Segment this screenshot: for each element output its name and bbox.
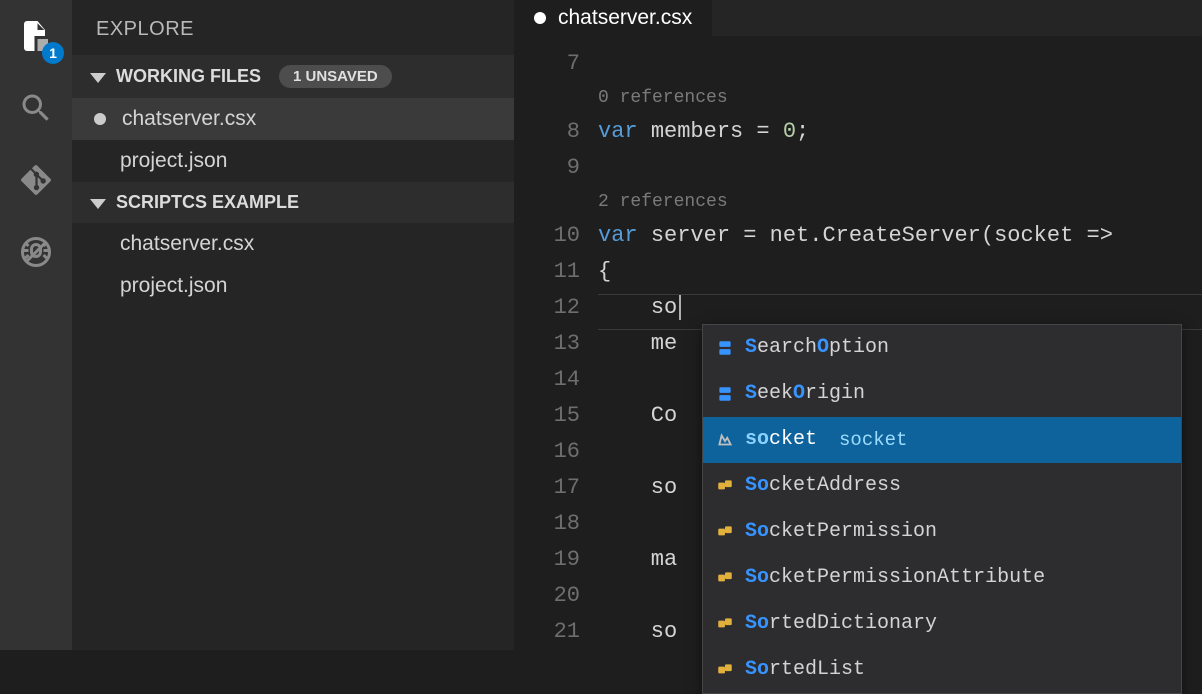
working-file-item[interactable]: project.json (72, 140, 514, 182)
suggest-widget[interactable]: SearchOption SeekOrigin socket socket Socket… (702, 324, 1182, 694)
enum-icon (715, 384, 735, 404)
class-icon (715, 660, 735, 680)
editor-body[interactable]: 7 8 9 10 11 12 13 14 15 16 17 18 19 20 2… (514, 36, 1202, 650)
chevron-down-icon (90, 73, 106, 83)
file-name: chatserver.csx (122, 107, 256, 131)
suggest-label: SeekOrigin (745, 376, 865, 412)
chevron-down-icon (90, 199, 106, 209)
modified-dot-icon (94, 113, 106, 125)
class-icon (715, 614, 735, 634)
class-icon (715, 522, 735, 542)
class-icon (715, 476, 735, 496)
var-icon (715, 430, 735, 450)
project-label: SCRIPTCS EXAMPLE (116, 192, 299, 213)
editor: chatserver.csx 7 8 9 10 11 12 13 14 15 1… (514, 0, 1202, 650)
code[interactable]: 0 references var members = 0; 2 referenc… (598, 36, 1202, 650)
project-file-item[interactable]: project.json (72, 265, 514, 307)
suggest-label: SocketPermission (745, 514, 937, 550)
suggest-item[interactable]: socket socket (703, 417, 1181, 463)
file-name: project.json (120, 274, 227, 298)
suggest-item[interactable]: SortedDictionary (703, 601, 1181, 647)
activity-bar: 1 (0, 0, 72, 650)
file-name: project.json (120, 149, 227, 173)
suggest-label: socket (745, 422, 817, 458)
sidebar: EXPLORE WORKING FILES 1 UNSAVED chatserv… (72, 0, 514, 650)
working-file-item[interactable]: chatserver.csx (72, 98, 514, 140)
working-files-label: WORKING FILES (116, 66, 261, 87)
modified-dot-icon (534, 12, 546, 24)
suggest-label: SortedList (745, 652, 865, 688)
tab-title: chatserver.csx (558, 6, 692, 30)
suggest-label: SocketPermissionAttribute (745, 560, 1045, 596)
gutter: 7 8 9 10 11 12 13 14 15 16 17 18 19 20 2… (514, 36, 598, 650)
explorer-badge: 1 (42, 42, 64, 64)
suggest-item[interactable]: SocketPermissionAttribute (703, 555, 1181, 601)
file-name: chatserver.csx (120, 232, 254, 256)
suggest-item[interactable]: SocketAddress (703, 463, 1181, 509)
suggest-item[interactable]: SearchOption (703, 325, 1181, 371)
suggest-item[interactable]: SeekOrigin (703, 371, 1181, 417)
debug-icon[interactable] (12, 228, 60, 276)
tab-bar: chatserver.csx (514, 0, 1202, 36)
working-files-header[interactable]: WORKING FILES 1 UNSAVED (72, 55, 514, 98)
suggest-item[interactable]: SocketPermission (703, 509, 1181, 555)
suggest-detail: socket (839, 422, 907, 458)
git-icon[interactable] (12, 156, 60, 204)
cursor (679, 294, 681, 320)
suggest-item[interactable]: SortedList (703, 647, 1181, 693)
suggest-label: SocketAddress (745, 468, 901, 504)
suggest-label: SearchOption (745, 330, 889, 366)
unsaved-badge: 1 UNSAVED (279, 65, 392, 88)
codelens[interactable]: 2 references (598, 186, 1202, 218)
class-icon (715, 568, 735, 588)
explorer-icon[interactable]: 1 (12, 12, 60, 60)
suggest-label: SortedDictionary (745, 606, 937, 642)
enum-icon (715, 338, 735, 358)
project-header[interactable]: SCRIPTCS EXAMPLE (72, 182, 514, 223)
project-file-item[interactable]: chatserver.csx (72, 223, 514, 265)
codelens[interactable]: 0 references (598, 82, 1202, 114)
sidebar-title: EXPLORE (72, 0, 514, 55)
editor-tab[interactable]: chatserver.csx (514, 0, 712, 36)
search-icon[interactable] (12, 84, 60, 132)
